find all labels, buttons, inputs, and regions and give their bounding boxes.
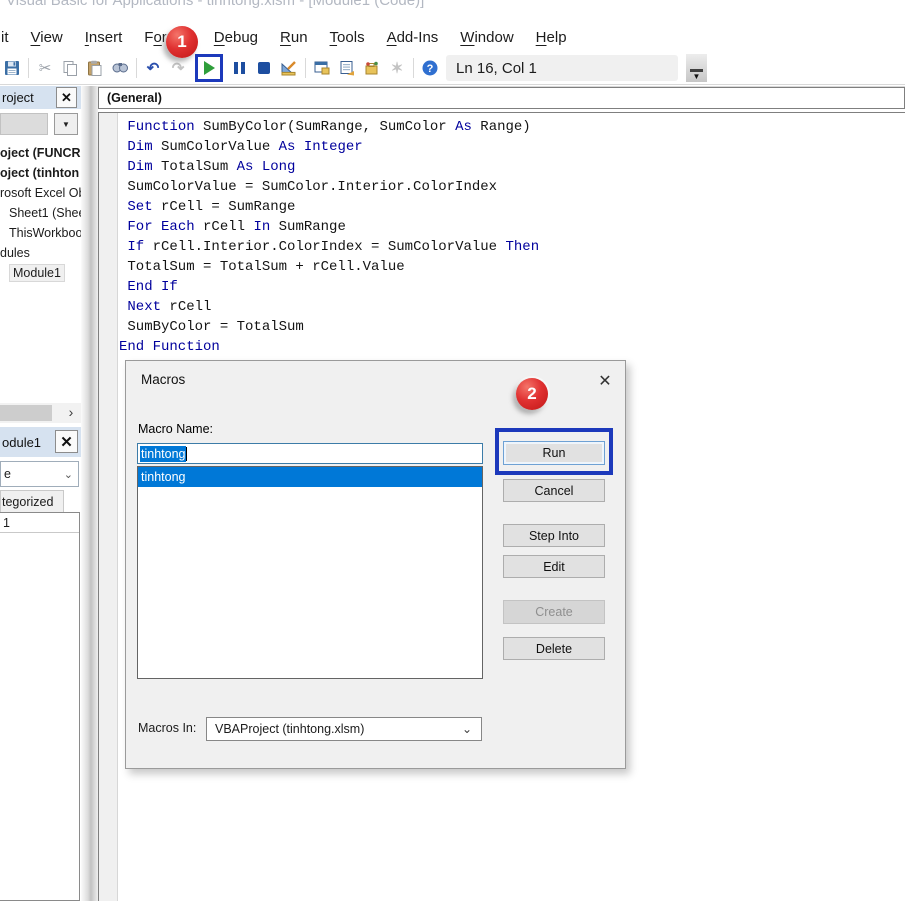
- vba-editor-window: Visual Basic for Applications - tinhtong…: [0, 0, 905, 901]
- properties-grid[interactable]: 1: [0, 512, 80, 901]
- panel-splitter[interactable]: [81, 86, 98, 901]
- code-line: Dim TotalSum As Long: [119, 157, 905, 177]
- toolbox-icon[interactable]: ✶: [388, 59, 406, 77]
- menu-help[interactable]: Help: [525, 29, 578, 46]
- tree-item-vbaproject-tinhtong[interactable]: oject (tinhton: [0, 163, 81, 183]
- list-item-tinhtong[interactable]: tinhtong: [138, 467, 482, 487]
- menu-run[interactable]: Run: [269, 29, 319, 46]
- toolbar-options-dropdown[interactable]: ▼: [686, 54, 707, 82]
- menu-add-ins[interactable]: Add-Ins: [376, 29, 450, 46]
- code-line: Dim SumColorValue As Integer: [119, 137, 905, 157]
- code-line: Next rCell: [119, 297, 905, 317]
- macro-name-label: Macro Name:: [138, 422, 213, 436]
- code-lines: Function SumByColor(SumRange, SumColor A…: [119, 117, 905, 357]
- code-line: Function SumByColor(SumRange, SumColor A…: [119, 117, 905, 137]
- margin-indicator-bar: [99, 113, 118, 901]
- tree-item-modules[interactable]: dules: [0, 243, 81, 263]
- toolbar-separator: [305, 58, 306, 78]
- annotation-step-1-badge: 1: [166, 26, 198, 58]
- chevron-down-icon: ⌄: [462, 722, 472, 736]
- annotation-step-2-badge: 2: [516, 378, 548, 410]
- property-row[interactable]: 1: [0, 513, 79, 533]
- code-line: End Function: [119, 337, 905, 357]
- delete-button[interactable]: Delete: [503, 637, 605, 660]
- macros-dialog: Macros ✕ Macro Name: tinhtong tinhtong R…: [125, 360, 626, 769]
- save-icon[interactable]: [3, 59, 21, 77]
- macros-in-combo[interactable]: VBAProject (tinhtong.xlsm) ⌄: [206, 717, 482, 741]
- paste-icon[interactable]: [86, 59, 104, 77]
- scrollbar-right-arrow-icon[interactable]: ›: [62, 403, 80, 421]
- tree-item-microsoft-excel-objects[interactable]: rosoft Excel Ob: [0, 183, 81, 203]
- run-icon[interactable]: [204, 61, 215, 75]
- redo-icon[interactable]: ↷: [169, 59, 187, 77]
- run-icon-highlight-box: [195, 54, 223, 82]
- cut-icon[interactable]: ✂: [36, 59, 54, 77]
- code-line: SumByColor = TotalSum: [119, 317, 905, 337]
- text-caret: [186, 447, 187, 461]
- properties-window-close-icon[interactable]: ✕: [55, 430, 78, 453]
- tab-categorized[interactable]: tegorized: [0, 490, 64, 512]
- chevron-down-icon: ▼: [693, 74, 701, 80]
- step-into-button[interactable]: Step Into: [503, 524, 605, 547]
- window-title: Visual Basic for Applications - tinhtong…: [6, 0, 424, 9]
- project-explorer-close-icon[interactable]: ✕: [56, 87, 77, 108]
- code-line: Set rCell = SumRange: [119, 197, 905, 217]
- toolbar-separator: [136, 58, 137, 78]
- copy-icon[interactable]: [61, 59, 79, 77]
- toolbar-separator: [413, 58, 414, 78]
- menu-window[interactable]: Window: [449, 29, 524, 46]
- project-toolbar-dropdown[interactable]: ▼: [54, 113, 78, 135]
- close-icon[interactable]: ✕: [592, 368, 618, 394]
- macro-list[interactable]: tinhtong: [137, 466, 483, 679]
- properties-object-combo[interactable]: e ⌄: [0, 461, 79, 487]
- menu-edit[interactable]: it: [0, 29, 20, 46]
- code-line: SumColorValue = SumColor.Interior.ColorI…: [119, 177, 905, 197]
- menu-insert[interactable]: Insert: [74, 29, 134, 46]
- object-browser-icon[interactable]: [363, 59, 381, 77]
- code-line: TotalSum = TotalSum + rCell.Value: [119, 257, 905, 277]
- tree-item-thisworkbook[interactable]: ThisWorkbook: [0, 223, 81, 243]
- scrollbar-thumb[interactable]: [0, 405, 52, 421]
- tree-item-sheet1[interactable]: Sheet1 (Sheet: [0, 203, 81, 223]
- help-icon[interactable]: ?: [421, 59, 439, 77]
- menu-bar: it View Insert Format Debug Run Tools Ad…: [0, 22, 905, 52]
- project-tree: oject (FUNCRI oject (tinhton rosoft Exce…: [0, 138, 81, 402]
- code-line: For Each rCell In SumRange: [119, 217, 905, 237]
- svg-text:?: ?: [427, 63, 434, 75]
- chevron-down-icon: ▼: [62, 120, 70, 129]
- macros-in-label: Macros In:: [138, 721, 196, 735]
- find-icon[interactable]: [111, 59, 129, 77]
- menu-debug[interactable]: Debug: [203, 29, 269, 46]
- chevron-down-icon: ⌄: [64, 468, 73, 481]
- tree-item-module1[interactable]: Module1: [0, 263, 81, 283]
- properties-window-icon[interactable]: [338, 59, 356, 77]
- standard-toolbar: ✂ ↶ ↷ ✶ ?: [0, 52, 905, 84]
- general-combo[interactable]: (General): [98, 87, 905, 109]
- break-icon[interactable]: [230, 59, 248, 77]
- reset-icon[interactable]: [255, 59, 273, 77]
- project-explorer-icon[interactable]: [313, 59, 331, 77]
- macro-name-input[interactable]: tinhtong: [137, 443, 483, 464]
- dialog-title: Macros: [141, 372, 185, 387]
- code-line: If rCell.Interior.ColorIndex = SumColorV…: [119, 237, 905, 257]
- create-button: Create: [503, 600, 605, 624]
- code-line: End If: [119, 277, 905, 297]
- cancel-button[interactable]: Cancel: [503, 479, 605, 502]
- menu-tools[interactable]: Tools: [319, 29, 376, 46]
- edit-button[interactable]: Edit: [503, 555, 605, 578]
- toolbar-separator: [28, 58, 29, 78]
- selected-text: tinhtong: [140, 446, 186, 462]
- undo-icon[interactable]: ↶: [144, 59, 162, 77]
- project-toolbar-buttons[interactable]: [0, 113, 48, 135]
- run-button[interactable]: Run: [503, 441, 605, 465]
- cursor-position-status: Ln 16, Col 1: [446, 55, 678, 81]
- tree-item-vbaproject-funcres[interactable]: oject (FUNCRI: [0, 143, 81, 163]
- menu-view[interactable]: View: [20, 29, 74, 46]
- design-mode-icon[interactable]: [280, 59, 298, 77]
